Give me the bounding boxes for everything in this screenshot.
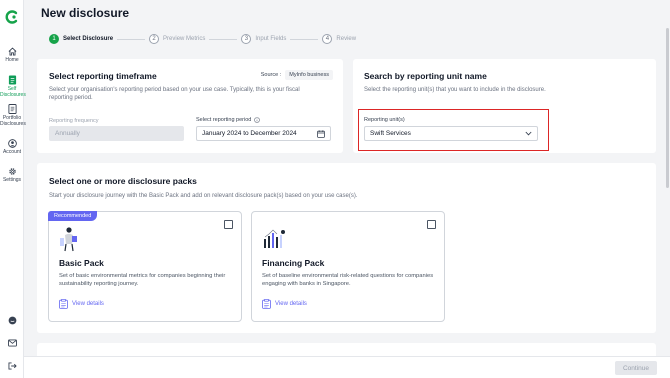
sidebar-item-label: Self Disclosures	[0, 86, 26, 98]
sidebar-item-settings[interactable]: Settings	[0, 167, 24, 183]
step-preview-metrics[interactable]: 2 Preview Metrics	[149, 34, 205, 44]
period-value: January 2024 to December 2024	[202, 130, 297, 137]
packs-card: Select one or more disclosure packs Star…	[37, 163, 656, 333]
sidebar: Home Self Disclosures Portfolio Disclosu…	[0, 0, 26, 378]
info-icon[interactable]	[254, 117, 261, 123]
financing-pack-title: Financing Pack	[262, 258, 325, 268]
highlight-box	[358, 109, 549, 151]
step-review[interactable]: 4 Review	[322, 34, 356, 44]
step-number: 4	[322, 34, 333, 44]
stepper: 1 Select Disclosure 2 Preview Metrics 3 …	[49, 33, 356, 45]
reporting-unit-title: Search by reporting unit name	[364, 71, 487, 81]
step-label: Review	[336, 36, 357, 42]
packs-title: Select one or more disclosure packs	[49, 176, 197, 186]
step-label: Preview Metrics	[163, 36, 206, 42]
step-connector	[117, 38, 146, 40]
document-icon	[8, 75, 16, 85]
sidebar-logout[interactable]	[0, 362, 24, 370]
sidebar-item-self-disclosures[interactable]: Self Disclosures	[0, 75, 26, 98]
reporting-unit-description: Select the reporting unit(s) that you wa…	[364, 87, 546, 93]
recommended-badge: Recommended	[48, 211, 98, 221]
view-details-link: View details	[275, 301, 307, 307]
source-value: MyInfo business	[285, 70, 333, 80]
step-connector	[290, 38, 319, 40]
scrollbar[interactable]	[666, 28, 669, 188]
period-label: Select reporting period	[196, 117, 252, 123]
step-connector	[209, 38, 238, 40]
portfolio-icon	[7, 104, 17, 114]
sidebar-item-home[interactable]: Home	[0, 47, 24, 63]
packs-description: Start your disclosure journey with the B…	[49, 193, 358, 199]
period-field[interactable]: January 2024 to December 2024	[196, 126, 331, 141]
view-details-link: View details	[72, 301, 104, 307]
sidebar-item-label: Account	[2, 149, 22, 155]
period-label-row: Select reporting period	[196, 117, 261, 123]
gear-icon	[8, 168, 16, 175]
step-number: 1	[49, 34, 59, 44]
account-icon	[7, 139, 17, 148]
financing-pack-card[interactable]: Financing Pack Set of baseline environme…	[251, 211, 445, 322]
financing-pack-description: Set of baseline environmental risk-relat…	[262, 273, 434, 287]
sidebar-item-account[interactable]: Account	[0, 139, 24, 155]
timeframe-card: Select reporting timeframe Source : MyIn…	[37, 59, 343, 153]
step-input-fields[interactable]: 3 Input Fields	[241, 34, 286, 44]
clipboard-icon	[59, 299, 68, 309]
sidebar-item-label: Home	[5, 57, 19, 63]
continue-button[interactable]: Continue	[615, 361, 657, 375]
basic-pack-title: Basic Pack	[59, 258, 104, 268]
step-number: 2	[149, 34, 160, 44]
calendar-icon[interactable]	[317, 129, 325, 138]
timeframe-title: Select reporting timeframe	[49, 71, 157, 81]
clipboard-icon	[262, 299, 271, 309]
app-logo-icon[interactable]	[5, 10, 19, 24]
sidebar-item-portfolio-disclosures[interactable]: Portfolio Disclosures	[0, 104, 26, 127]
sidebar-mail[interactable]	[0, 339, 24, 347]
sidebar-item-label: Portfolio Disclosures	[0, 115, 26, 127]
frequency-label: Reporting frequency	[49, 118, 99, 124]
page-title: New disclosure	[41, 6, 130, 20]
sidebar-chat[interactable]	[0, 316, 24, 325]
home-icon	[8, 47, 16, 56]
basic-pack-card[interactable]: Recommended Basic Pack Set of basic envi…	[48, 211, 242, 322]
logout-icon	[8, 362, 17, 370]
basic-pack-view-details[interactable]: View details	[59, 299, 104, 309]
step-select-disclosure[interactable]: 1 Select Disclosure	[49, 34, 113, 44]
step-label: Select Disclosure	[63, 36, 114, 42]
chat-icon	[8, 316, 16, 325]
mail-icon	[7, 339, 17, 347]
timeframe-description: Select your organisation's reporting per…	[49, 87, 300, 101]
step-number: 3	[241, 34, 252, 44]
frequency-field: Annually	[49, 126, 184, 141]
basic-pack-checkbox[interactable]	[224, 220, 233, 229]
financing-pack-view-details[interactable]: View details	[262, 299, 307, 309]
frequency-value: Annually	[55, 130, 80, 137]
footer-bar: Continue	[24, 356, 670, 378]
financing-pack-checkbox[interactable]	[427, 220, 436, 229]
source-info: Source : MyInfo business	[261, 70, 333, 80]
source-label: Source :	[260, 72, 282, 78]
next-section-card	[37, 343, 656, 356]
bar-chart-illustration-icon	[264, 229, 285, 248]
basic-pack-description: Set of basic environmental metrics for c…	[59, 273, 226, 287]
person-illustration-icon	[60, 227, 77, 252]
step-label: Input Fields	[255, 36, 287, 42]
sidebar-item-label: Settings	[2, 177, 22, 183]
